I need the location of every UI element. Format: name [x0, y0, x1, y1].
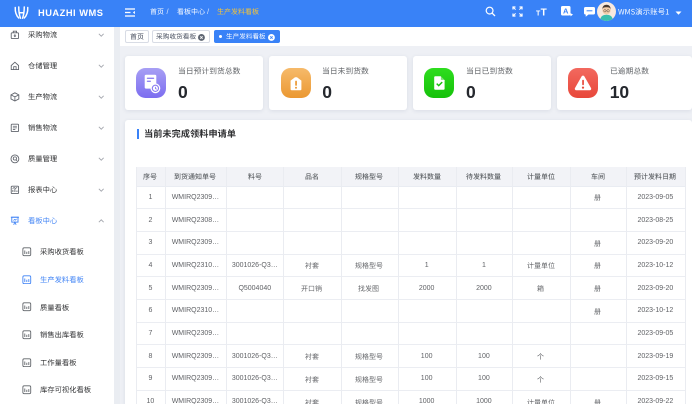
svg-text:A: A [563, 7, 569, 16]
svg-text:T: T [541, 8, 547, 18]
